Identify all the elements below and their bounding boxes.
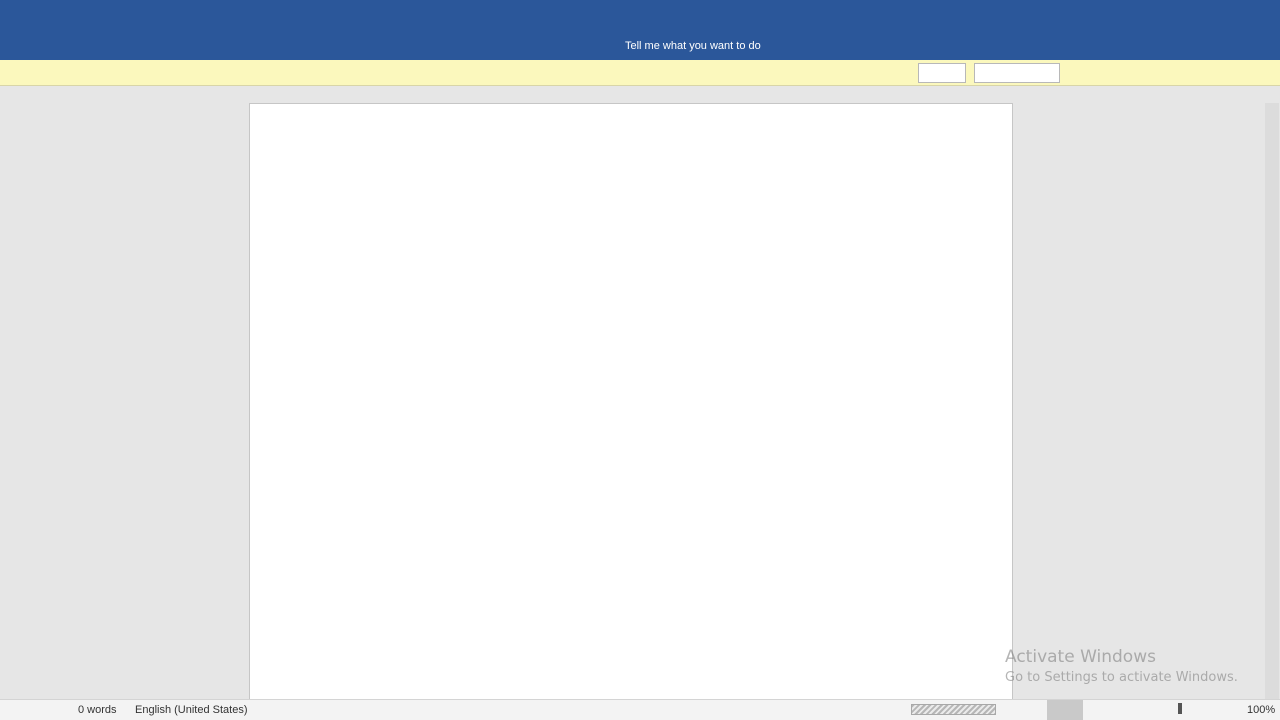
zoom-slider-thumb[interactable] — [1178, 703, 1182, 714]
ribbon-title-bar: Tell me what you want to do — [0, 0, 1280, 60]
progress-indicator — [911, 704, 996, 715]
word-count[interactable]: 0 words — [78, 702, 117, 718]
document-workspace: Activate Windows Go to Settings to activ… — [0, 87, 1280, 699]
zoom-slider-track[interactable] — [1100, 709, 1230, 710]
watermark-title: Activate Windows — [1005, 647, 1156, 667]
message-bar-button-2[interactable] — [974, 63, 1060, 83]
zoom-percentage[interactable]: 100% — [1247, 702, 1275, 718]
document-page[interactable] — [249, 103, 1013, 699]
message-bar — [0, 60, 1280, 86]
view-mode-button[interactable] — [1047, 700, 1083, 720]
watermark-subtitle: Go to Settings to activate Windows. — [1005, 670, 1238, 685]
activate-windows-watermark: Activate Windows Go to Settings to activ… — [1005, 647, 1238, 686]
status-bar: 0 words English (United States) 100% — [0, 699, 1280, 720]
tell-me-search[interactable]: Tell me what you want to do — [625, 38, 761, 54]
word-window: Tell me what you want to do Activate Win… — [0, 0, 1280, 720]
vertical-scrollbar[interactable] — [1265, 103, 1279, 699]
message-bar-button-1[interactable] — [918, 63, 966, 83]
language-indicator[interactable]: English (United States) — [135, 702, 248, 718]
